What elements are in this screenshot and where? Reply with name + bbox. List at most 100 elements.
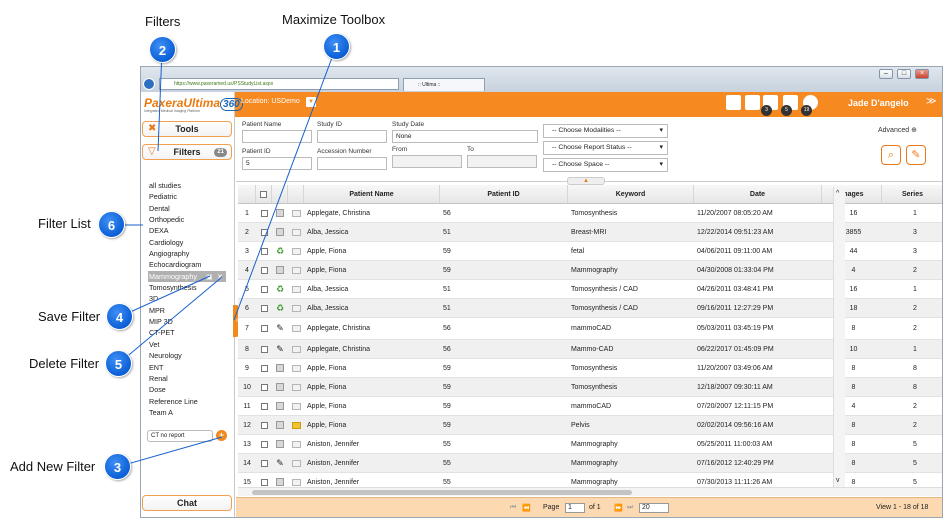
filter-list-item[interactable]: 3D (149, 293, 226, 304)
row-checkbox[interactable] (260, 421, 268, 429)
filter-list-item[interactable]: all studies (149, 180, 226, 191)
document-icon[interactable] (276, 421, 284, 429)
document-icon[interactable] (276, 228, 284, 236)
envelope-icon[interactable] (291, 247, 301, 255)
modalities-select[interactable]: -- Choose Modalities -- (543, 124, 668, 138)
envelope-icon[interactable] (291, 402, 301, 410)
patient-name-input[interactable] (242, 130, 312, 143)
study-date-select[interactable]: None (392, 130, 538, 143)
envelope-icon[interactable] (291, 383, 301, 391)
row-checkbox[interactable] (260, 304, 268, 312)
filter-list-item[interactable]: Tomosynthesis (149, 282, 226, 293)
first-page-icon[interactable]: ⏮ (510, 504, 516, 512)
document-icon[interactable] (276, 364, 284, 372)
draft-status-icon[interactable]: ✎ (276, 323, 284, 334)
envelope-icon[interactable] (291, 209, 301, 217)
add-filter-icon[interactable]: + (216, 430, 227, 441)
filters-button[interactable]: ▽ Filters 21 (142, 144, 232, 160)
chat-button[interactable]: Chat (142, 495, 232, 511)
space-select[interactable]: -- Choose Space -- (543, 158, 668, 172)
select-all-checkbox[interactable] (260, 190, 267, 198)
filter-list-item[interactable]: Mammography ▣ ✕ (148, 270, 226, 283)
horizontal-scrollbar[interactable] (238, 487, 942, 496)
search-icon[interactable]: ⌕ (881, 145, 901, 165)
row-checkbox[interactable] (260, 209, 268, 217)
envelope-icon[interactable] (291, 440, 301, 448)
envelope-icon[interactable] (291, 304, 301, 312)
vertical-scrollbar[interactable]: ^ v (833, 187, 845, 487)
envelope-icon[interactable] (291, 228, 301, 236)
document-icon[interactable] (276, 478, 284, 486)
filter-list-item[interactable]: Reference Line (149, 396, 226, 407)
tools-button[interactable]: ✖ Tools (142, 121, 232, 137)
filter-list-item[interactable]: Cardiology (149, 237, 226, 248)
row-checkbox[interactable] (260, 266, 268, 274)
browser-tab[interactable]: :: Ultima :: (403, 78, 485, 91)
filter-list-item[interactable]: Vet (149, 339, 226, 350)
patient-id-input[interactable]: 5 (242, 157, 312, 170)
to-date-input[interactable] (467, 155, 537, 168)
draft-status-icon[interactable]: ✎ (276, 344, 284, 355)
row-checkbox[interactable] (260, 478, 268, 486)
filter-list-item[interactable]: Neurology (149, 350, 226, 361)
row-checkbox[interactable] (260, 345, 268, 353)
back-icon[interactable] (143, 78, 155, 90)
filter-list-item[interactable]: DEXA (149, 225, 226, 236)
column-header[interactable]: Patient ID (440, 185, 568, 203)
document-icon[interactable] (276, 440, 284, 448)
from-date-input[interactable] (392, 155, 462, 168)
column-header[interactable]: Date (694, 185, 822, 203)
new-filter-input[interactable]: CT no report (147, 430, 213, 442)
save-filter-icon[interactable]: ▣ (206, 271, 213, 282)
row-checkbox[interactable] (260, 247, 268, 255)
filter-list-item[interactable]: Pediatric (149, 191, 226, 202)
row-checkbox[interactable] (260, 285, 268, 293)
envelope-icon[interactable] (291, 421, 301, 429)
row-checkbox[interactable] (260, 325, 268, 332)
prev-page-icon[interactable]: ⏪ (522, 504, 531, 512)
envelope-icon[interactable] (291, 478, 301, 486)
reported-status-icon[interactable]: ♻ (276, 303, 284, 314)
envelope-icon[interactable] (291, 459, 301, 467)
filter-list-item[interactable]: Team A (149, 407, 226, 418)
filter-list-item[interactable]: Echocardiogram (149, 259, 226, 270)
row-checkbox[interactable] (260, 228, 268, 236)
location-dropdown-icon[interactable]: ▼ (306, 97, 316, 107)
document-icon[interactable] (276, 402, 284, 410)
column-header[interactable]: Keyword (568, 185, 694, 203)
address-bar[interactable]: https://www.paxeramed.us/PSStudyList.asp… (159, 78, 399, 90)
document-icon[interactable] (276, 209, 284, 217)
maximize-window-icon[interactable]: □ (897, 69, 911, 79)
reported-status-icon[interactable]: ♻ (276, 246, 284, 257)
horizontal-scroll-thumb[interactable] (252, 490, 632, 495)
document-icon[interactable] (276, 266, 284, 274)
clear-filter-icon[interactable]: ✎ (906, 145, 926, 165)
filter-list-item[interactable]: ENT (149, 362, 226, 373)
minimize-window-icon[interactable]: – (879, 69, 893, 79)
delete-filter-icon[interactable]: ✕ (217, 271, 223, 282)
close-window-icon[interactable]: × (915, 69, 929, 79)
filter-list-item[interactable]: Orthopedic (149, 214, 226, 225)
document-icon[interactable] (276, 383, 284, 391)
column-header[interactable]: Patient Name (304, 185, 440, 203)
filter-list-item[interactable]: Angiography (149, 248, 226, 259)
accession-input[interactable] (317, 157, 387, 170)
envelope-icon[interactable] (291, 345, 301, 353)
column-header[interactable]: Images (822, 185, 882, 203)
study-id-input[interactable] (317, 130, 387, 143)
user-menu-chevron-icon[interactable]: ≫ (926, 96, 936, 107)
filter-list-item[interactable]: Dental (149, 203, 226, 214)
envelope-icon[interactable] (291, 325, 301, 332)
statistics-icon[interactable] (745, 95, 760, 110)
envelope-icon[interactable] (291, 266, 301, 274)
row-checkbox[interactable] (260, 459, 268, 467)
envelope-icon[interactable] (291, 285, 301, 293)
row-checkbox[interactable] (260, 364, 268, 372)
row-checkbox[interactable] (260, 440, 268, 448)
draft-status-icon[interactable]: ✎ (276, 458, 284, 469)
scroll-down-icon[interactable]: v (836, 477, 840, 484)
filter-list-item[interactable]: MPR (149, 305, 226, 316)
filter-list-item[interactable]: Dose (149, 384, 226, 395)
filter-list-item[interactable]: MIP 3D (149, 316, 226, 327)
next-page-icon[interactable]: ⏩ (614, 504, 623, 512)
